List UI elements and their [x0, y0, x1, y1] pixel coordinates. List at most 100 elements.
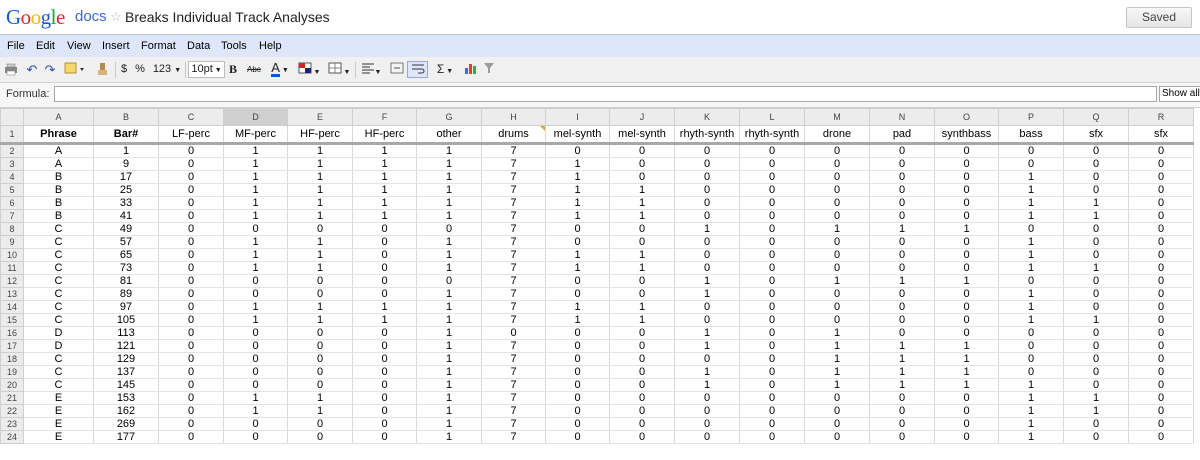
table-cell[interactable]: 1 [674, 274, 740, 288]
table-cell[interactable]: 0 [352, 378, 417, 392]
saved-button[interactable]: Saved [1126, 7, 1192, 28]
table-cell[interactable]: 0 [609, 235, 675, 249]
table-cell[interactable]: 0 [998, 157, 1064, 171]
table-cell[interactable]: 0 [934, 248, 999, 262]
header-cell[interactable]: synthbass [934, 125, 999, 145]
header-cell[interactable]: sfx [1063, 125, 1129, 145]
table-cell[interactable]: 0 [1128, 209, 1194, 223]
table-cell[interactable]: 1 [609, 313, 675, 327]
table-cell[interactable]: 0 [1128, 235, 1194, 249]
strikethrough-button[interactable]: Abc [245, 62, 263, 77]
table-cell[interactable]: 0 [739, 157, 805, 171]
table-cell[interactable]: 0 [934, 209, 999, 223]
table-cell[interactable]: 7 [481, 365, 546, 379]
table-cell[interactable]: 0 [1128, 404, 1194, 418]
table-cell[interactable]: 1 [416, 326, 482, 340]
table-cell[interactable]: 0 [804, 248, 870, 262]
table-cell[interactable]: A [23, 157, 94, 171]
table-cell[interactable]: 1 [416, 300, 482, 314]
table-cell[interactable]: 0 [804, 313, 870, 327]
table-cell[interactable]: 0 [739, 313, 805, 327]
table-cell[interactable]: 0 [869, 261, 935, 275]
table-cell[interactable]: 0 [1128, 222, 1194, 236]
header-cell[interactable]: HF-perc [287, 125, 353, 145]
table-cell[interactable]: 1 [609, 300, 675, 314]
table-cell[interactable]: 145 [93, 378, 159, 392]
table-cell[interactable]: 1 [804, 326, 870, 340]
table-cell[interactable]: 0 [1128, 417, 1194, 431]
table-cell[interactable]: 1 [674, 326, 740, 340]
table-cell[interactable]: 0 [545, 235, 610, 249]
table-cell[interactable]: 1 [804, 378, 870, 392]
table-cell[interactable]: 0 [1128, 287, 1194, 301]
table-cell[interactable]: 1 [869, 352, 935, 366]
table-cell[interactable]: 1 [804, 365, 870, 379]
table-cell[interactable]: 0 [998, 222, 1064, 236]
row-number[interactable]: 10 [0, 248, 24, 262]
header-cell[interactable]: sfx [1128, 125, 1194, 145]
font-size-dropdown[interactable]: 10pt ▼ [188, 61, 225, 78]
menu-format[interactable]: Format [141, 40, 176, 52]
table-cell[interactable]: 0 [934, 235, 999, 249]
table-cell[interactable]: 0 [804, 235, 870, 249]
table-cell[interactable]: 0 [998, 365, 1064, 379]
table-cell[interactable]: 1 [869, 274, 935, 288]
table-cell[interactable]: 0 [158, 235, 224, 249]
table-cell[interactable]: 0 [158, 313, 224, 327]
column-header-r[interactable]: R [1128, 108, 1194, 126]
table-cell[interactable]: 1 [416, 248, 482, 262]
table-cell[interactable]: 0 [287, 326, 353, 340]
table-cell[interactable]: 0 [1063, 287, 1129, 301]
row-number[interactable]: 2 [0, 143, 24, 158]
table-cell[interactable]: 0 [869, 170, 935, 184]
table-cell[interactable]: 0 [223, 287, 288, 301]
table-cell[interactable]: 0 [223, 378, 288, 392]
table-cell[interactable]: 0 [1063, 248, 1129, 262]
table-cell[interactable]: 0 [674, 404, 740, 418]
table-cell[interactable]: 1 [287, 183, 353, 197]
table-cell[interactable]: 1 [287, 170, 353, 184]
menu-file[interactable]: File [7, 40, 25, 52]
table-cell[interactable]: 7 [481, 209, 546, 223]
row-number[interactable]: 8 [0, 222, 24, 236]
table-cell[interactable]: 1 [416, 352, 482, 366]
table-cell[interactable]: 0 [1128, 170, 1194, 184]
table-cell[interactable]: 0 [158, 196, 224, 210]
table-cell[interactable]: 0 [352, 365, 417, 379]
column-header-n[interactable]: N [869, 108, 935, 126]
clear-format-icon[interactable] [96, 62, 112, 77]
table-cell[interactable]: 1 [934, 378, 999, 392]
table-cell[interactable]: 1 [609, 183, 675, 197]
table-cell[interactable]: 1 [998, 300, 1064, 314]
table-cell[interactable]: 0 [739, 235, 805, 249]
table-cell[interactable]: 1 [545, 209, 610, 223]
table-cell[interactable]: 0 [545, 404, 610, 418]
table-cell[interactable]: 0 [352, 248, 417, 262]
table-cell[interactable]: 0 [739, 274, 805, 288]
row-number[interactable]: 1 [0, 125, 24, 145]
table-cell[interactable]: 7 [481, 287, 546, 301]
table-cell[interactable]: 1 [998, 313, 1064, 327]
header-cell[interactable]: drums [481, 125, 546, 145]
table-cell[interactable]: 0 [804, 287, 870, 301]
table-cell[interactable]: 0 [998, 274, 1064, 288]
table-cell[interactable]: 0 [223, 430, 288, 444]
table-cell[interactable]: 1 [1063, 209, 1129, 223]
table-cell[interactable]: 0 [804, 417, 870, 431]
table-cell[interactable]: 0 [1128, 300, 1194, 314]
table-cell[interactable]: 0 [869, 313, 935, 327]
table-cell[interactable]: 0 [158, 391, 224, 405]
table-cell[interactable]: 1 [545, 196, 610, 210]
table-cell[interactable]: 1 [1063, 404, 1129, 418]
merge-cells-icon[interactable] [389, 62, 405, 77]
table-cell[interactable]: 0 [1063, 300, 1129, 314]
table-cell[interactable]: 1 [287, 157, 353, 171]
row-number[interactable]: 23 [0, 417, 24, 431]
print-icon[interactable] [4, 62, 18, 77]
table-cell[interactable]: 1 [416, 365, 482, 379]
table-cell[interactable]: 1 [1063, 313, 1129, 327]
currency-format-button[interactable]: $ [119, 62, 129, 77]
table-cell[interactable]: 0 [481, 326, 546, 340]
table-cell[interactable]: 0 [352, 430, 417, 444]
column-header-p[interactable]: P [998, 108, 1064, 126]
